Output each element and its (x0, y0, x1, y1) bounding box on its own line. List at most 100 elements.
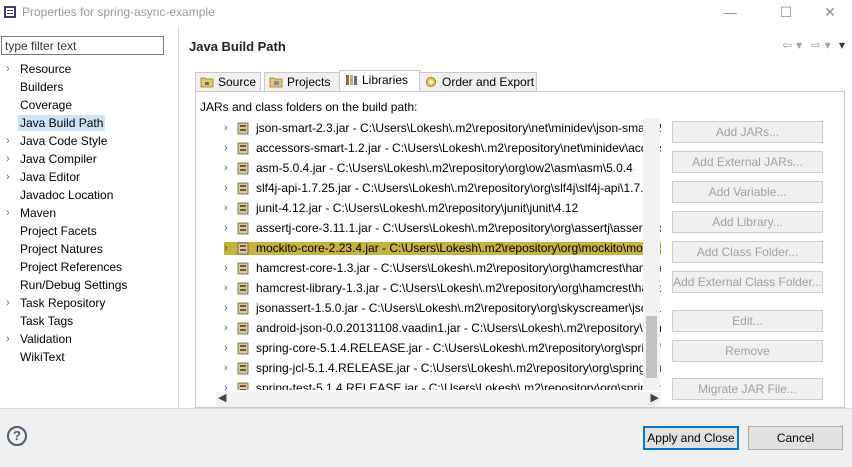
tab-order-and-export[interactable]: Order and Export (419, 72, 537, 92)
jar-icon (237, 382, 249, 390)
jar-icon (237, 182, 249, 195)
add-variable-button[interactable]: Add Variable... (672, 181, 823, 203)
expand-arrow-icon[interactable]: › (6, 204, 10, 222)
nav-item-project-references[interactable]: Project References (0, 258, 170, 276)
library-icon (346, 75, 357, 85)
nav-item-java-code-style[interactable]: › Java Code Style (0, 132, 170, 150)
project-icon (269, 77, 283, 88)
dialog-footer: ? Apply and Close Cancel (0, 408, 852, 467)
dropdown-icon[interactable]: ▾ (796, 38, 803, 52)
nav-item-validation[interactable]: › Validation (0, 330, 170, 348)
jar-tree[interactable]: › json-smart-2.3.jar - C:\Users\Lokesh\.m… (216, 118, 661, 390)
migrate-jar-button[interactable]: Migrate JAR File... (672, 378, 823, 400)
edit-button[interactable]: Edit... (672, 310, 823, 332)
nav-item-wikitext[interactable]: WikiText (0, 348, 170, 366)
jar-row[interactable]: › asm-5.0.4.jar - C:\Users\Lokesh\.m2\rep… (216, 158, 661, 178)
forward-arrow-icon[interactable]: ⇨ (811, 38, 822, 52)
nav-item-coverage[interactable]: Coverage (0, 96, 170, 114)
jar-row[interactable]: › assertj-core-3.11.1.jar - C:\Users\Loke… (216, 218, 661, 238)
jar-icon (237, 362, 249, 375)
expand-arrow-icon[interactable]: › (6, 294, 10, 312)
jar-row[interactable]: › spring-core-5.1.4.RELEASE.jar - C:\User… (216, 338, 661, 358)
expand-arrow-icon[interactable]: › (224, 138, 228, 158)
add-external-class-folder-button[interactable]: Add External Class Folder... (672, 271, 823, 293)
add-jars-button[interactable]: Add JARs... (672, 121, 823, 143)
expand-arrow-icon[interactable]: › (6, 60, 10, 78)
dropdown-icon[interactable]: ▾ (825, 38, 832, 52)
vertical-scroll-thumb[interactable] (646, 316, 657, 378)
expand-arrow-icon[interactable]: › (6, 330, 10, 348)
jar-row[interactable]: › spring-jcl-5.1.4.RELEASE.jar - C:\Users… (216, 358, 661, 378)
expand-arrow-icon[interactable]: › (224, 198, 228, 218)
jar-icon (237, 302, 249, 315)
help-icon[interactable]: ? (7, 426, 27, 446)
expand-arrow-icon[interactable]: › (224, 278, 228, 298)
close-button[interactable]: ✕ (808, 2, 852, 24)
jar-row[interactable]: › junit-4.12.jar - C:\Users\Lokesh\.m2\re… (216, 198, 661, 218)
nav-item-java-build-path[interactable]: Java Build Path (0, 114, 170, 132)
nav-item-maven[interactable]: › Maven (0, 204, 170, 222)
jar-list-caption: JARs and class folders on the build path… (200, 100, 418, 114)
expand-arrow-icon[interactable]: › (224, 318, 228, 338)
expand-arrow-icon[interactable]: › (6, 132, 10, 150)
nav-item-java-editor[interactable]: › Java Editor (0, 168, 170, 186)
expand-arrow-icon[interactable]: › (6, 168, 10, 186)
property-pages-pane: ›Resource Builders Coverage Java Build P… (0, 26, 170, 408)
expand-arrow-icon[interactable]: › (224, 158, 228, 178)
nav-item-task-tags[interactable]: Task Tags (0, 312, 170, 330)
jar-row[interactable]: › slf4j-api-1.7.25.jar - C:\Users\Lokesh\… (216, 178, 661, 198)
jar-row[interactable]: › jsonassert-1.5.0.jar - C:\Users\Lokesh\… (216, 298, 661, 318)
nav-item-project-natures[interactable]: Project Natures (0, 240, 170, 258)
tab-source[interactable]: Source (195, 72, 261, 92)
title-bar: Properties for spring-async-example — ☐ … (0, 0, 852, 26)
nav-item-task-repository[interactable]: › Task Repository (0, 294, 170, 312)
eclipse-app-icon (4, 6, 16, 18)
tab-libraries[interactable]: Libraries (339, 70, 421, 93)
filter-input[interactable] (1, 36, 164, 55)
remove-button[interactable]: Remove (672, 340, 823, 362)
jar-row[interactable]: › hamcrest-core-1.3.jar - C:\Users\Lokesh… (216, 258, 661, 278)
cancel-button[interactable]: Cancel (748, 426, 843, 450)
expand-arrow-icon[interactable]: › (224, 378, 228, 390)
minimize-button[interactable]: — (708, 2, 752, 24)
jar-icon (237, 122, 249, 135)
add-class-folder-button[interactable]: Add Class Folder... (672, 241, 823, 263)
expand-arrow-icon[interactable]: › (224, 238, 228, 258)
jar-row[interactable]: › accessors-smart-1.2.jar - C:\Users\Loke… (216, 138, 661, 158)
jar-row-selected[interactable]: › mockito-core-2.23.4.jar - C:\Users\Loke… (216, 238, 661, 258)
nav-item-java-compiler[interactable]: › Java Compiler (0, 150, 170, 168)
expand-arrow-icon[interactable]: › (224, 258, 228, 278)
expand-arrow-icon[interactable]: › (224, 118, 228, 138)
scroll-right-arrow-icon[interactable]: ▶ (651, 391, 659, 404)
nav-item-run-debug-settings[interactable]: Run/Debug Settings (0, 276, 170, 294)
jar-row[interactable]: › android-json-0.0.20131108.vaadin1.jar -… (216, 318, 661, 338)
nav-item-resource[interactable]: › Resource (0, 60, 170, 78)
jar-row[interactable]: › spring-test-5.1.4.RELEASE.jar - C:\User… (216, 378, 661, 390)
expand-arrow-icon[interactable]: › (6, 150, 10, 168)
view-menu-icon[interactable]: ▾ (839, 38, 846, 52)
jar-list-horizontal-scrollbar[interactable]: ◀ ▶ (216, 392, 661, 407)
back-arrow-icon[interactable]: ⇦ (782, 38, 793, 52)
expand-arrow-icon[interactable]: › (224, 298, 228, 318)
nav-item-project-facets[interactable]: Project Facets (0, 222, 170, 240)
jar-row[interactable]: › hamcrest-library-1.3.jar - C:\Users\Lok… (216, 278, 661, 298)
jar-icon (237, 242, 249, 255)
add-external-jars-button[interactable]: Add External JARs... (672, 151, 823, 173)
expand-arrow-icon[interactable]: › (224, 358, 228, 378)
tab-projects[interactable]: Projects (264, 72, 343, 92)
maximize-button[interactable]: ☐ (764, 2, 808, 24)
order-export-icon (426, 77, 436, 87)
add-library-button[interactable]: Add Library... (672, 211, 823, 233)
expand-arrow-icon[interactable]: › (224, 178, 228, 198)
jar-row[interactable]: › json-smart-2.3.jar - C:\Users\Lokesh\.m… (216, 118, 661, 138)
jar-icon (237, 162, 249, 175)
nav-item-builders[interactable]: Builders (0, 78, 170, 96)
apply-and-close-button[interactable]: Apply and Close (643, 426, 739, 450)
nav-item-javadoc-location[interactable]: Javadoc Location (0, 186, 170, 204)
jar-icon (237, 142, 249, 155)
expand-arrow-icon[interactable]: › (224, 218, 228, 238)
expand-arrow-icon[interactable]: › (224, 338, 228, 358)
scroll-left-arrow-icon[interactable]: ◀ (218, 391, 226, 404)
jar-icon (237, 322, 249, 335)
page-title: Java Build Path (189, 39, 286, 54)
